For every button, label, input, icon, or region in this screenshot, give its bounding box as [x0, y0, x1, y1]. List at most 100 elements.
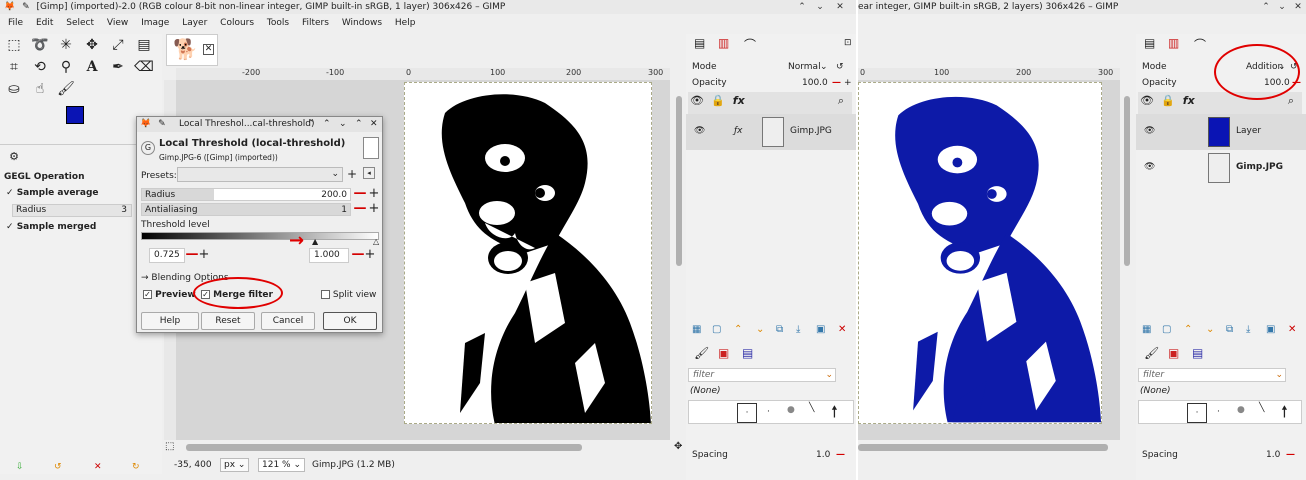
close-button-right[interactable]: ✕ [1292, 1, 1304, 13]
reset-options-icon[interactable]: ↻ [132, 462, 140, 472]
zoom-select[interactable]: 121 % ⌄ [258, 458, 305, 472]
menu-file[interactable]: File [8, 18, 23, 28]
foreground-color-swatch[interactable] [66, 106, 84, 124]
dialog-minimize-icon[interactable]: ⌄ [339, 117, 347, 132]
new-group-icon-right[interactable]: ▦ [1142, 324, 1151, 335]
save-options-icon[interactable]: ⇩ [16, 462, 24, 472]
delete-options-icon[interactable]: ✕ [94, 462, 102, 472]
layer-visibility-icon[interactable]: 👁 [694, 126, 705, 136]
menu-filters[interactable]: Filters [302, 18, 329, 28]
layer-name-2[interactable]: Gimp.JPG [1236, 162, 1283, 172]
menu-image[interactable]: Image [141, 18, 169, 28]
visibility-lock-icon[interactable]: 👁 [688, 92, 706, 110]
brush-filter-input[interactable]: filter ⌄ [688, 368, 836, 382]
preview-checkbox[interactable]: ✓ Preview [143, 290, 196, 300]
sample-merged-row[interactable]: ✓ Sample merged [6, 222, 96, 232]
layers-tab-icon-right[interactable]: ▤ [1144, 36, 1155, 50]
threshold-low-handle[interactable]: ▲ [312, 237, 318, 246]
lock-icon-right[interactable]: 🔒 [1159, 92, 1177, 110]
radius-decrease[interactable]: — [353, 187, 367, 201]
merge-icon[interactable]: ⤓ [796, 324, 800, 335]
reset-button[interactable]: Reset [201, 312, 255, 330]
menu-tools[interactable]: Tools [267, 18, 289, 28]
minimize-button[interactable]: ⌄ [814, 1, 826, 13]
close-button[interactable]: ✕ [834, 1, 846, 13]
horizontal-scrollbar[interactable] [186, 444, 582, 451]
duplicate-icon[interactable]: ⧉ [776, 324, 783, 335]
bucket-icon[interactable]: ⛀ [4, 80, 24, 98]
restore-options-icon[interactable]: ↺ [54, 462, 62, 472]
cancel-button[interactable]: Cancel [261, 312, 315, 330]
ok-button[interactable]: OK [323, 312, 377, 330]
new-layer-icon[interactable]: ▢ [712, 324, 721, 335]
antialiasing-increase[interactable]: + [367, 202, 381, 216]
sample-average-row[interactable]: ✓ Sample average [6, 188, 99, 198]
layer-name[interactable]: Gimp.JPG [790, 126, 832, 136]
opacity-row[interactable]: Opacity 100.0 — + [686, 74, 856, 92]
menu-windows[interactable]: Windows [342, 18, 382, 28]
layer-search-icon[interactable]: ⌕ [832, 92, 850, 110]
brushes-tab-icon[interactable]: 🖌 [694, 346, 709, 360]
color-picker-icon[interactable]: ✒ [108, 58, 128, 76]
high-increase[interactable]: + [363, 248, 377, 262]
menu-select[interactable]: Select [66, 18, 94, 28]
menu-layer[interactable]: Layer [182, 18, 207, 28]
dialog-pin-icon[interactable]: ✎ [158, 119, 166, 129]
layer-row-gimp[interactable]: 👁 ƒx Gimp.JPG [686, 114, 856, 150]
mask-icon-right[interactable]: ▣ [1266, 324, 1275, 335]
fuzzy-select-icon[interactable]: ✳ [56, 36, 76, 54]
channels-tab-icon-right[interactable]: ▥ [1168, 36, 1179, 50]
duplicate-icon-right[interactable]: ⧉ [1226, 324, 1233, 335]
presets-combo[interactable]: ⌄ [177, 167, 343, 182]
minimize-button-right[interactable]: ⌄ [1276, 1, 1288, 13]
tool-options-icon[interactable]: ⚙ [4, 148, 24, 166]
threshold-gradient[interactable] [141, 232, 379, 240]
dialog-shade-icon[interactable]: ⌃ [323, 117, 331, 132]
shade-button-right[interactable]: ⌃ [1260, 1, 1272, 13]
antialiasing-decrease[interactable]: — [353, 202, 367, 216]
dock-menu-icon[interactable]: ⊡ [844, 38, 852, 48]
new-group-icon[interactable]: ▦ [692, 324, 701, 335]
close-image-icon[interactable]: ✕ [203, 44, 214, 55]
vertical-scrollbar[interactable] [676, 96, 682, 266]
merge-icon-right[interactable]: ⤓ [1246, 324, 1250, 335]
transform-icon[interactable]: ⟲ [30, 58, 50, 76]
navigate-icon[interactable]: ✥ [674, 441, 682, 452]
brushes-tab-icon-right[interactable]: 🖌 [1144, 346, 1159, 360]
pin-icon[interactable]: ✎ [22, 2, 30, 12]
image-tab[interactable]: 🐕 ✕ [166, 34, 218, 66]
delete-layer-icon[interactable]: ✕ [838, 324, 846, 335]
lower-icon[interactable]: ⌄ [756, 324, 764, 335]
eraser-icon[interactable]: ⌫ [134, 58, 154, 76]
delete-layer-icon-right[interactable]: ✕ [1288, 324, 1296, 335]
paintbrush-icon[interactable]: 🖌 [56, 80, 76, 98]
unit-select[interactable]: px ⌄ [220, 458, 250, 472]
vertical-scrollbar-right[interactable] [1124, 96, 1130, 266]
low-increase[interactable]: + [197, 248, 211, 262]
add-preset-icon[interactable]: + [347, 167, 357, 181]
layer-visibility-icon-1[interactable]: 👁 [1144, 126, 1155, 136]
text-icon[interactable]: A [82, 58, 102, 76]
crop-icon[interactable]: ⌗ [4, 58, 24, 76]
move-icon[interactable]: ✥ [82, 36, 102, 54]
brush-grid[interactable]: · · ● ╲ 🠕 [688, 400, 854, 424]
lock-icon[interactable]: 🔒 [709, 92, 727, 110]
shade-button[interactable]: ⌃ [796, 1, 808, 13]
patterns-tab-icon[interactable]: ▣ [718, 346, 729, 360]
fx-icon[interactable]: fx [730, 92, 748, 110]
new-layer-icon-right[interactable]: ▢ [1162, 324, 1171, 335]
menu-help[interactable]: Help [395, 18, 416, 28]
align-icon[interactable]: ⤢ [108, 36, 128, 54]
horizontal-scrollbar-right[interactable] [858, 444, 1108, 451]
menu-edit[interactable]: Edit [36, 18, 53, 28]
visibility-lock-icon-right[interactable]: 👁 [1138, 92, 1156, 110]
image-canvas-blue[interactable] [858, 82, 1102, 424]
image-canvas-bw[interactable] [404, 82, 652, 424]
radius-increase[interactable]: + [367, 187, 381, 201]
mask-icon[interactable]: ▣ [816, 324, 825, 335]
antialiasing-slider[interactable]: Antialiasing 1 [141, 203, 351, 216]
gradients-tab-icon[interactable]: ▤ [742, 346, 753, 360]
spacing-row-right[interactable]: Spacing 1.0 — [1136, 446, 1306, 464]
gradients-tab-icon-right[interactable]: ▤ [1192, 346, 1203, 360]
warp-icon[interactable]: ⚲ [56, 58, 76, 76]
